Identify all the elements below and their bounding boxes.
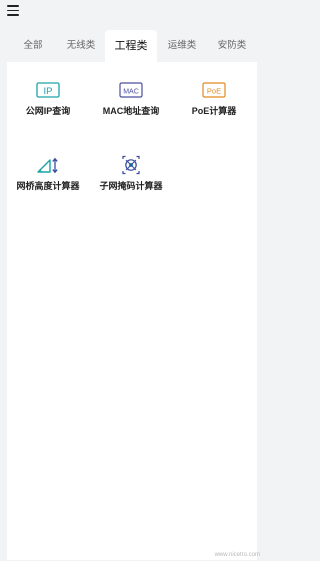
tool-mac-address-query[interactable]: MAC MAC地址查询	[98, 80, 164, 117]
tool-bridge-height-calculator[interactable]: 网桥高度计算器	[15, 155, 81, 192]
bridge-height-icon	[37, 157, 58, 174]
tab-operations[interactable]: 运维类	[163, 30, 201, 62]
tab-engineering[interactable]: 工程类	[105, 30, 157, 62]
tab-all[interactable]: 全部	[18, 30, 48, 62]
hamburger-menu-icon[interactable]	[7, 4, 21, 16]
watermark: www.nicetro.com	[214, 552, 260, 558]
svg-text:IP: IP	[44, 86, 53, 97]
subnet-mask-icon	[122, 155, 140, 175]
tool-label: MAC地址查询	[102, 106, 160, 116]
svg-text:PoE: PoE	[207, 86, 221, 95]
tool-label: 子网掩码计算器	[99, 181, 163, 191]
tool-poe-calculator[interactable]: PoE PoE计算器	[181, 80, 247, 117]
ip-icon: IP	[36, 82, 60, 98]
tool-subnet-mask-calculator[interactable]: 子网掩码计算器	[98, 155, 164, 192]
poe-icon: PoE	[202, 82, 226, 98]
mac-icon: MAC	[119, 82, 143, 98]
tool-label: PoE计算器	[191, 106, 237, 116]
top-bar	[0, 0, 264, 28]
tool-public-ip-query[interactable]: IP 公网IP查询	[15, 80, 81, 117]
tool-label: 网桥高度计算器	[16, 181, 80, 191]
tool-label: 公网IP查询	[25, 106, 71, 116]
category-tabs: 全部 无线类 工程类 运维类 安防类	[0, 30, 264, 62]
tab-wireless[interactable]: 无线类	[62, 30, 100, 62]
svg-text:MAC: MAC	[123, 88, 139, 95]
tool-panel: IP 公网IP查询 MAC MAC地址查询 PoE PoE计算器 网桥高度计算器	[7, 62, 257, 560]
tab-security[interactable]: 安防类	[213, 30, 251, 62]
